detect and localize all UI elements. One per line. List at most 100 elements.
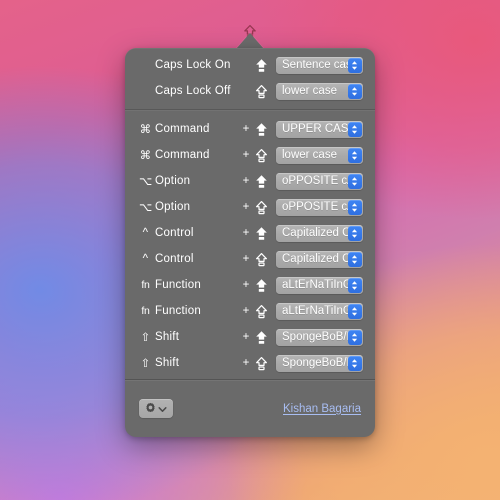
caps-lock-hollow-icon xyxy=(253,252,269,267)
case-mode-value: Capitalized Case xyxy=(282,226,348,239)
modifier-label-cell: ⇧ Shift xyxy=(139,356,241,370)
plus-sign: + xyxy=(242,227,250,239)
plus-sign: + xyxy=(242,305,250,317)
option-symbol-icon: ⌥ xyxy=(139,176,153,188)
chevron-updown-icon[interactable] xyxy=(347,355,362,371)
case-settings-popover: Caps Lock On Sentence case xyxy=(125,48,375,437)
control-symbol-icon: ^ xyxy=(142,227,149,239)
row-caps-lock-off[interactable]: Caps Lock Off lower case xyxy=(125,78,375,104)
case-mode-select[interactable]: Capitalized Case xyxy=(276,250,363,268)
row-function-filled[interactable]: fn Function + aLtErNaTiInG C... xyxy=(125,272,375,298)
modifier-name: Function xyxy=(155,305,201,317)
modifier-combos-group: ⌘ Command + UPPER CASE xyxy=(125,112,375,379)
row-option-filled[interactable]: ⌥ Option + oPPOSITE cASE xyxy=(125,168,375,194)
modifier-name: Caps Lock On xyxy=(155,59,231,71)
modifier-name: Shift xyxy=(155,357,180,369)
control-symbol-icon: ^ xyxy=(142,253,149,265)
popover-pointer-arrow xyxy=(236,33,264,49)
case-mode-select[interactable]: aLtErNaTiInG C... xyxy=(276,276,363,294)
case-mode-select[interactable]: lower case xyxy=(276,82,363,100)
caps-lock-filled-icon xyxy=(253,122,269,137)
modifier-name: Control xyxy=(155,227,194,239)
modifier-label-cell: ⌥ Option xyxy=(139,200,241,214)
case-mode-select[interactable]: SpongeBoB/Ra... xyxy=(276,354,363,372)
modifier-name: Command xyxy=(155,149,210,161)
caps-lock-hollow-icon xyxy=(253,84,269,99)
plus-sign: + xyxy=(242,149,250,161)
gear-icon xyxy=(145,400,156,418)
chevron-updown-icon[interactable] xyxy=(347,57,362,73)
plus-sign: + xyxy=(242,357,250,369)
author-link[interactable]: Kishan Bagaria xyxy=(283,403,361,415)
case-mode-select[interactable]: lower case xyxy=(276,146,363,164)
chevron-updown-icon[interactable] xyxy=(347,83,362,99)
chevron-updown-icon[interactable] xyxy=(347,277,362,293)
case-mode-value: Sentence case xyxy=(282,58,348,71)
command-symbol-icon: ⌘ xyxy=(139,150,152,162)
chevron-updown-icon[interactable] xyxy=(347,147,362,163)
option-symbol-icon: ⌥ xyxy=(139,202,153,214)
modifier-label-cell: ⇧ Shift xyxy=(139,330,241,344)
chevron-updown-icon[interactable] xyxy=(347,251,362,267)
modifier-label-cell: ⌘ Command xyxy=(139,148,241,162)
modifier-label-cell: Caps Lock Off xyxy=(139,85,241,97)
settings-menu-button[interactable] xyxy=(139,399,173,418)
case-mode-select[interactable]: oPPOSITE cASE xyxy=(276,172,363,190)
case-mode-select[interactable]: UPPER CASE xyxy=(276,120,363,138)
caps-lock-filled-icon xyxy=(253,58,269,73)
row-command-hollow[interactable]: ⌘ Command + lower case xyxy=(125,142,375,168)
modifier-label-cell: Caps Lock On xyxy=(139,59,241,71)
modifier-label-cell: ^ Control xyxy=(139,253,241,265)
row-shift-hollow[interactable]: ⇧ Shift + SpongeBoB/Ra... xyxy=(125,350,375,376)
case-mode-select[interactable]: SpongeBoB/Ra... xyxy=(276,328,363,346)
chevron-updown-icon[interactable] xyxy=(347,121,362,137)
plus-sign: + xyxy=(242,175,250,187)
shift-symbol-icon: ⇧ xyxy=(140,332,151,344)
case-mode-value: SpongeBoB/Ra... xyxy=(282,356,348,369)
caps-lock-filled-icon xyxy=(253,278,269,293)
modifier-name: Option xyxy=(155,201,191,213)
chevron-updown-icon[interactable] xyxy=(347,173,362,189)
caps-lock-group: Caps Lock On Sentence case xyxy=(125,48,375,107)
plus-sign: + xyxy=(242,123,250,135)
plus-sign: + xyxy=(242,331,250,343)
case-mode-select[interactable]: aLtErNaTiInG C... xyxy=(276,302,363,320)
row-shift-filled[interactable]: ⇧ Shift + SpongeBoB/Ra... xyxy=(125,324,375,350)
caps-lock-filled-icon xyxy=(253,330,269,345)
case-mode-value: oPPOSITE cASE xyxy=(282,200,348,213)
fn-symbol-icon: fn xyxy=(141,305,150,317)
modifier-label-cell: ⌥ Option xyxy=(139,174,241,188)
row-control-hollow[interactable]: ^ Control + Capitalized Case xyxy=(125,246,375,272)
caps-lock-hollow-icon xyxy=(253,304,269,319)
modifier-name: Option xyxy=(155,175,191,187)
case-mode-select[interactable]: oPPOSITE cASE xyxy=(276,198,363,216)
chevron-updown-icon[interactable] xyxy=(347,303,362,319)
case-mode-select[interactable]: Sentence case xyxy=(276,56,363,74)
case-mode-select[interactable]: Capitalized Case xyxy=(276,224,363,242)
plus-sign: + xyxy=(242,279,250,291)
modifier-name: Shift xyxy=(155,331,180,343)
chevron-updown-icon[interactable] xyxy=(347,199,362,215)
group-divider xyxy=(125,109,375,110)
case-mode-value: aLtErNaTiInG C... xyxy=(282,304,348,317)
row-control-filled[interactable]: ^ Control + Capitalized Case xyxy=(125,220,375,246)
chevron-updown-icon[interactable] xyxy=(347,329,362,345)
case-mode-value: lower case xyxy=(282,84,337,97)
case-mode-value: oPPOSITE cASE xyxy=(282,174,348,187)
row-caps-lock-on[interactable]: Caps Lock On Sentence case xyxy=(125,52,375,78)
caps-lock-hollow-icon xyxy=(253,148,269,163)
caps-lock-filled-icon xyxy=(253,226,269,241)
caps-lock-hollow-icon xyxy=(253,356,269,371)
row-option-hollow[interactable]: ⌥ Option + oPPOSITE cASE xyxy=(125,194,375,220)
case-mode-value: SpongeBoB/Ra... xyxy=(282,330,348,343)
popover-footer: Kishan Bagaria xyxy=(125,380,375,437)
plus-sign: + xyxy=(242,253,250,265)
plus-sign: + xyxy=(242,201,250,213)
fn-symbol-icon: fn xyxy=(141,279,150,291)
row-function-hollow[interactable]: fn Function + aLtErNaTiInG C... xyxy=(125,298,375,324)
case-mode-value: lower case xyxy=(282,148,337,161)
modifier-name: Control xyxy=(155,253,194,265)
chevron-updown-icon[interactable] xyxy=(347,225,362,241)
row-command-filled[interactable]: ⌘ Command + UPPER CASE xyxy=(125,116,375,142)
case-mode-value: UPPER CASE xyxy=(282,122,348,135)
